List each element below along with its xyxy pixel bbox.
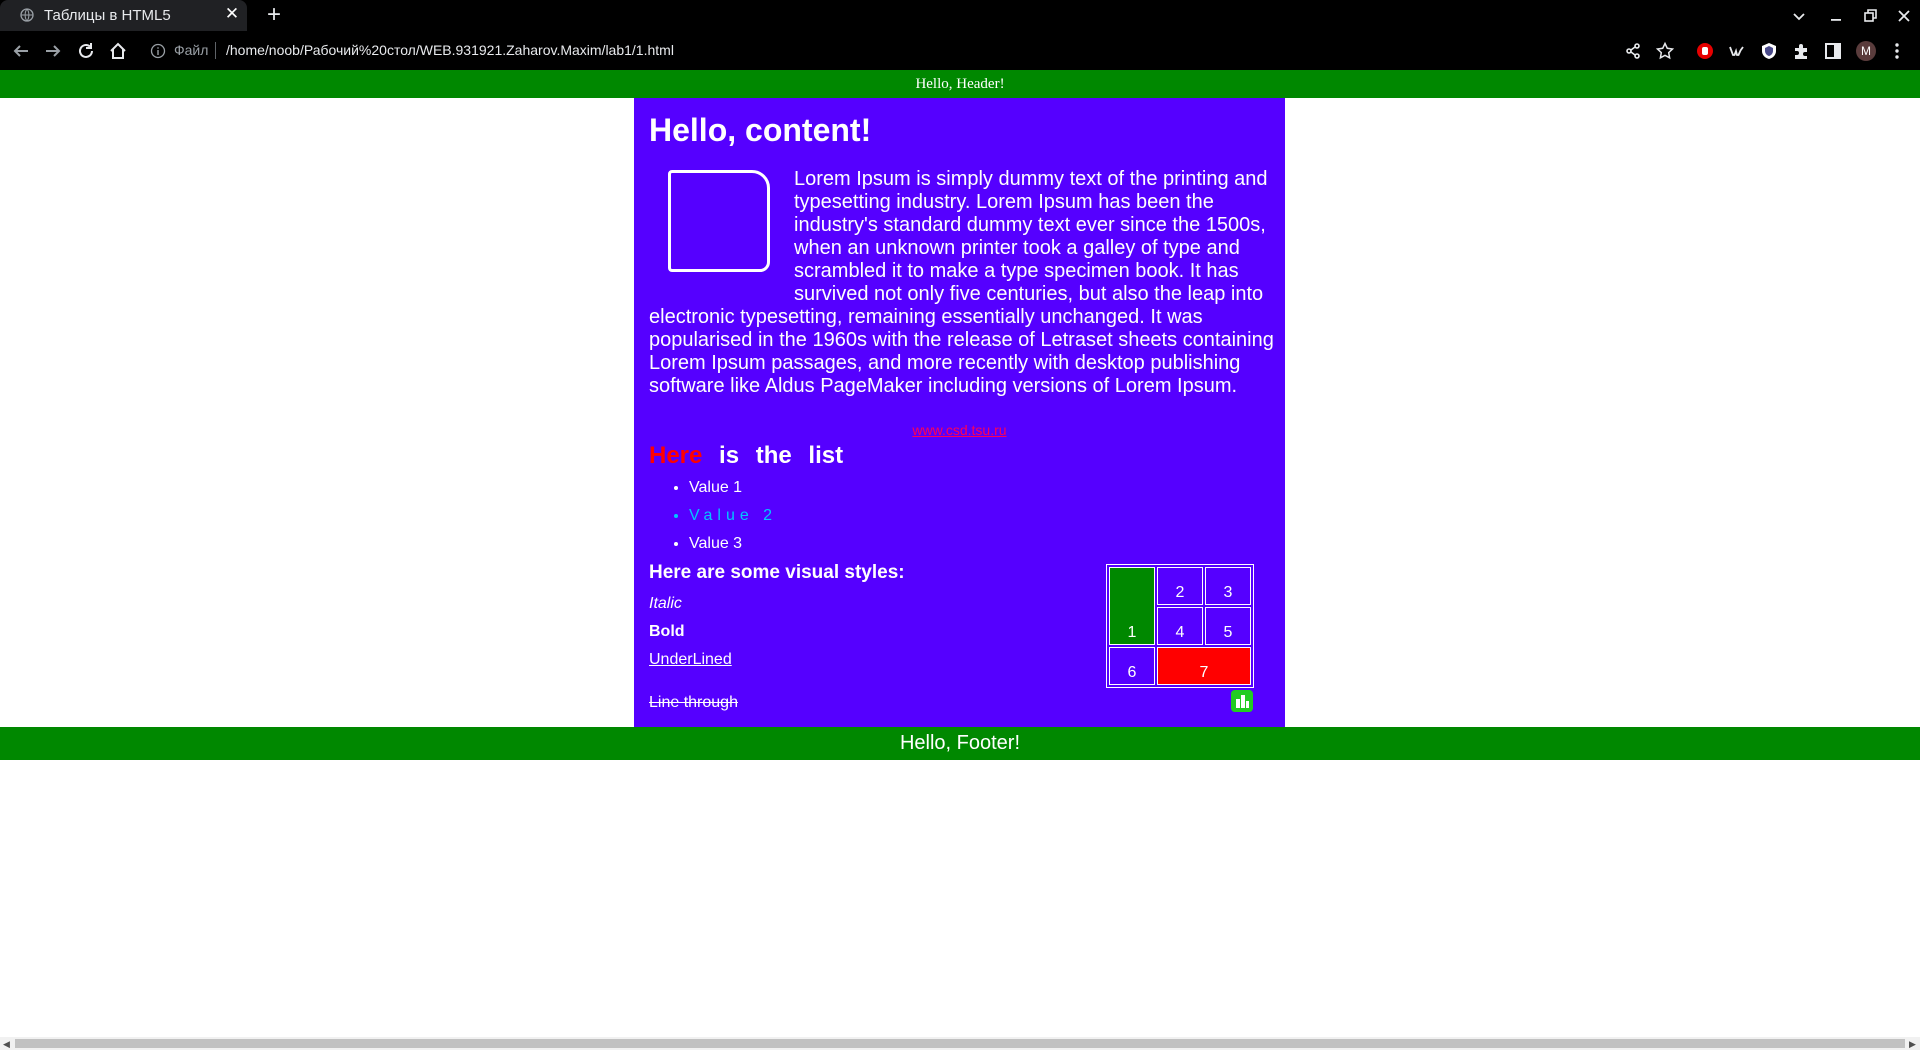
- table-cell: 2: [1157, 567, 1203, 605]
- browser-toolbar: Файл /home/noob/Рабочий%20стол/WEB.93192…: [0, 31, 1920, 70]
- new-tab-icon[interactable]: +: [262, 3, 286, 27]
- lorem-paragraph: Lorem Ipsum is simply dummy text of the …: [649, 168, 1274, 397]
- table-cell: 4: [1157, 607, 1203, 645]
- globe-icon: [20, 8, 34, 22]
- reload-icon[interactable]: [76, 41, 96, 61]
- shield-extension-icon[interactable]: [1759, 41, 1779, 61]
- visual-styles-heading: Here are some visual styles:: [649, 562, 905, 583]
- tab-search-icon[interactable]: [1788, 5, 1810, 27]
- underlined-text: UnderLined: [649, 651, 732, 668]
- line-through-text: Line through: [649, 694, 738, 711]
- table-cell: 3: [1205, 567, 1251, 605]
- forward-icon[interactable]: [43, 41, 63, 61]
- value-list: Value 1 Value 2 Value 3: [689, 474, 777, 558]
- close-tab-icon[interactable]: ✕: [223, 5, 241, 23]
- profile-avatar[interactable]: M: [1856, 41, 1876, 61]
- back-icon[interactable]: [11, 41, 31, 61]
- table-cell: 7: [1157, 647, 1251, 685]
- tab-title: Таблицы в HTML5: [44, 7, 171, 24]
- browser-tab[interactable]: Таблицы в HTML5 ✕: [0, 0, 247, 31]
- italic-text: Italic: [649, 595, 682, 612]
- list-heading-highlight: Here: [649, 442, 703, 469]
- horizontal-scrollbar[interactable]: ◀ ▶: [0, 1037, 1920, 1050]
- content-section: Hello, content! Lorem Ipsum is simply du…: [634, 98, 1285, 727]
- vk-extension-icon[interactable]: [1727, 41, 1747, 61]
- adblock-extension-icon[interactable]: [1695, 41, 1715, 61]
- list-heading: Here is the list: [649, 441, 843, 471]
- scroll-right-icon[interactable]: ▶: [1909, 1039, 1916, 1050]
- page-header: Hello, Header!: [0, 70, 1920, 98]
- list-heading-text: is the list: [719, 442, 844, 469]
- omnibox-divider: [215, 42, 216, 59]
- scroll-left-icon[interactable]: ◀: [3, 1039, 10, 1050]
- list-item: Value 3: [689, 530, 777, 558]
- list-item: Value 1: [689, 474, 777, 502]
- bold-text: Bold: [649, 623, 685, 640]
- extensions-puzzle-icon[interactable]: [1791, 41, 1811, 61]
- page-footer: Hello, Footer!: [0, 727, 1920, 760]
- omnibox-scheme-label: Файл: [174, 42, 209, 58]
- info-icon[interactable]: [150, 43, 166, 59]
- cells-table: 1 2 3 4 5 6 7: [1106, 564, 1254, 688]
- home-icon[interactable]: [108, 41, 128, 61]
- share-icon[interactable]: [1623, 41, 1643, 61]
- minimize-icon[interactable]: [1825, 5, 1847, 27]
- bookmark-star-icon[interactable]: [1655, 41, 1675, 61]
- restore-icon[interactable]: [1859, 5, 1881, 27]
- content-title: Hello, content!: [649, 112, 872, 148]
- table-cell: 1: [1109, 567, 1155, 645]
- side-panel-icon[interactable]: [1823, 41, 1843, 61]
- csd-link[interactable]: www.csd.tsu.ru: [634, 422, 1285, 438]
- list-item: Value 2: [689, 502, 777, 530]
- tab-bar: Таблицы в HTML5 ✕ +: [0, 0, 1920, 31]
- kebab-menu-icon[interactable]: [1887, 41, 1907, 61]
- scrollbar-thumb[interactable]: [15, 1039, 1905, 1048]
- address-bar[interactable]: /home/noob/Рабочий%20стол/WEB.931921.Zah…: [226, 42, 674, 58]
- table-cell: 5: [1205, 607, 1251, 645]
- green-chart-icon: [1231, 690, 1253, 712]
- close-window-icon[interactable]: [1893, 5, 1915, 27]
- table-cell: 6: [1109, 647, 1155, 685]
